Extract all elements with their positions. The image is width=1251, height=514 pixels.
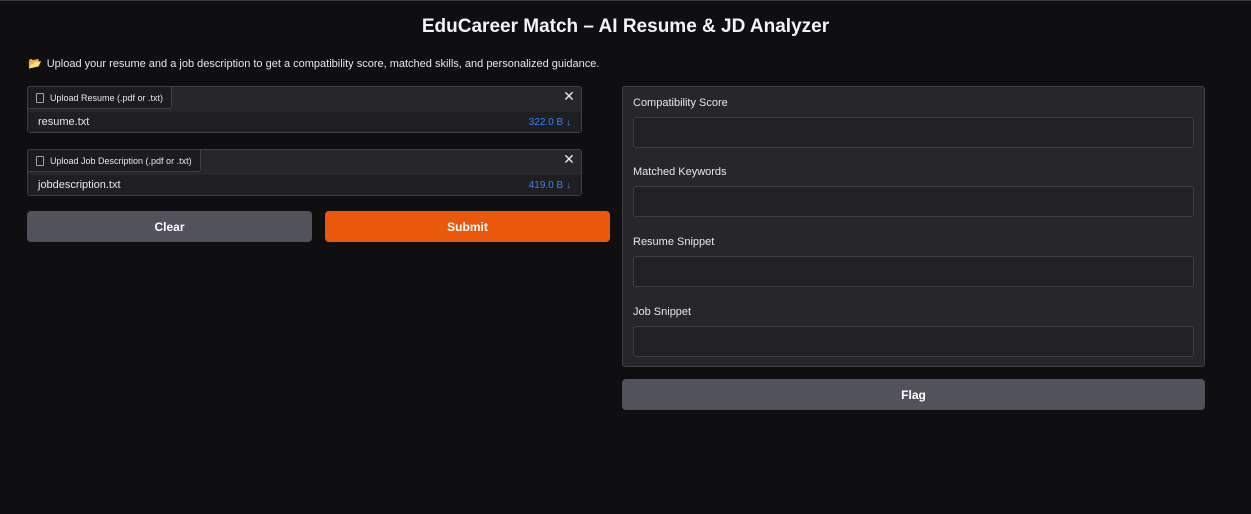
job-description-file-row[interactable]: jobdescription.txt 419.0 B ↓ [28,175,581,195]
matched-keywords-label: Matched Keywords [633,166,727,178]
close-icon[interactable]: ✕ [562,152,576,166]
compatibility-score-label: Compatibility Score [633,97,728,109]
flag-button[interactable]: Flag [622,379,1205,410]
resume-file-size[interactable]: 322.0 B ↓ [529,117,571,128]
folder-icon: 📂 [28,58,42,70]
resume-snippet-label: Resume Snippet [633,236,715,248]
output-panel: Compatibility Score Matched Keywords Res… [622,86,1205,367]
compatibility-score-field[interactable] [633,117,1194,148]
file-icon [36,92,44,103]
resume-file-name: resume.txt [38,116,90,128]
resume-snippet-field[interactable] [633,256,1194,287]
job-description-upload-label: Upload Job Description (.pdf or .txt) [27,149,201,172]
job-snippet-label: Job Snippet [633,306,692,318]
resume-file-row[interactable]: resume.txt 322.0 B ↓ [28,112,581,132]
job-description-upload-label-text: Upload Job Description (.pdf or .txt) [50,155,192,166]
description: 📂 Upload your resume and a job descripti… [28,57,600,71]
job-snippet-field[interactable] [633,326,1194,357]
page-title: EduCareer Match – AI Resume & JD Analyze… [421,16,830,37]
job-description-upload[interactable]: Upload Job Description (.pdf or .txt) ✕ … [27,149,582,196]
close-icon[interactable]: ✕ [562,89,576,103]
submit-button[interactable]: Submit [325,211,610,242]
resume-upload[interactable]: Upload Resume (.pdf or .txt) ✕ resume.tx… [27,86,582,133]
clear-button[interactable]: Clear [27,211,312,242]
file-icon [36,155,44,166]
description-text: Upload your resume and a job description… [46,57,600,70]
resume-upload-label: Upload Resume (.pdf or .txt) [27,86,173,109]
job-description-file-name: jobdescription.txt [38,179,121,191]
matched-keywords-field[interactable] [633,186,1194,217]
resume-upload-label-text: Upload Resume (.pdf or .txt) [50,92,164,103]
job-description-file-size[interactable]: 419.0 B ↓ [529,180,571,191]
